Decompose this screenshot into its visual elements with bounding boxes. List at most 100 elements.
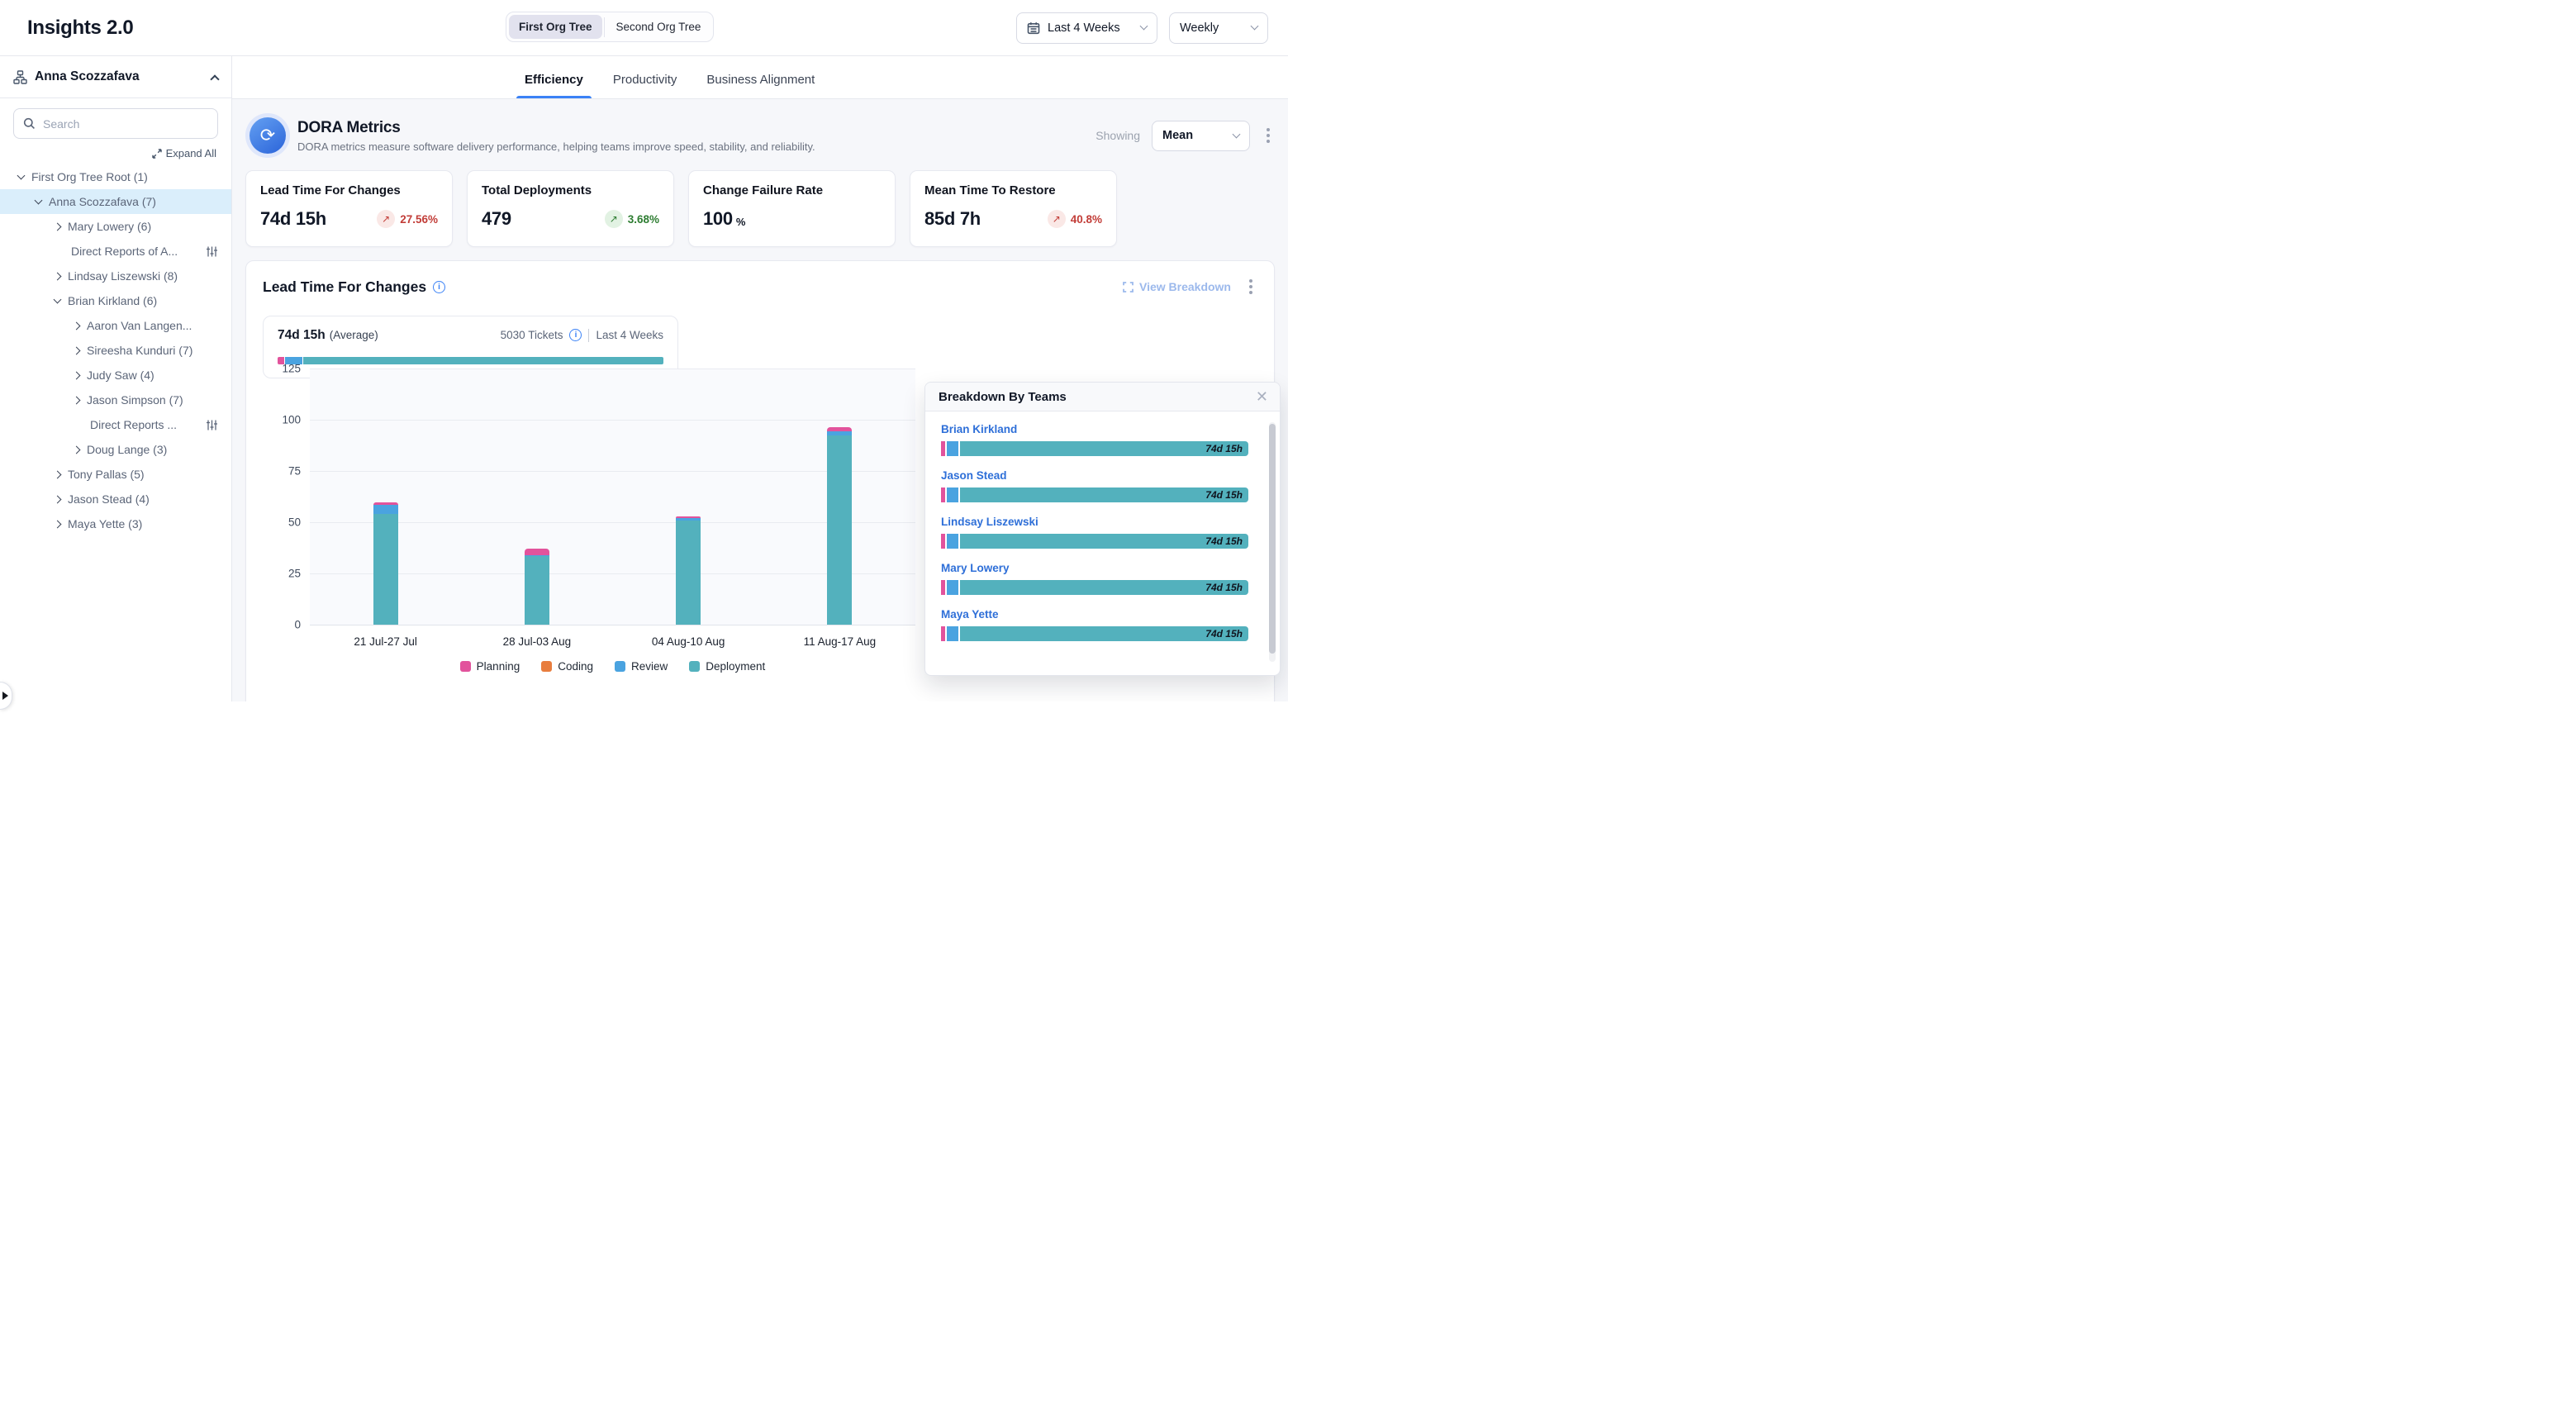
metric-card-title: Mean Time To Restore	[924, 183, 1102, 197]
granularity-value: Weekly	[1180, 21, 1219, 35]
metric-card-title: Change Failure Rate	[703, 183, 881, 197]
chart-bar-4[interactable]	[827, 427, 852, 625]
dashboard-content: ⟳ DORA Metrics DORA metrics measure soft…	[232, 99, 1288, 702]
sidebar-header[interactable]: Anna Scozzafava	[0, 56, 231, 98]
tree-node-tony-pallas[interactable]: Tony Pallas (5)	[0, 462, 231, 487]
aggregation-select[interactable]: Mean	[1152, 121, 1250, 151]
bar-segment-deployment: 74d 15h	[960, 580, 1248, 595]
tree-node-judy-saw[interactable]: Judy Saw (4)	[0, 363, 231, 388]
chart-bar-1[interactable]	[373, 502, 398, 625]
tree-node-label: Direct Reports ...	[90, 418, 177, 431]
org-tree-option-second[interactable]: Second Org Tree	[606, 15, 711, 39]
gridline-25	[310, 573, 915, 574]
chevron-right-icon[interactable]	[54, 520, 62, 528]
tree-node-mary-lowery[interactable]: Mary Lowery (6)	[0, 214, 231, 239]
metric-card-unit: %	[736, 216, 746, 228]
tree-node-aaron-van-langen[interactable]: Aaron Van Langen...	[0, 313, 231, 338]
chevron-right-icon[interactable]	[54, 272, 62, 280]
tab-productivity[interactable]: Productivity	[613, 73, 677, 98]
y-axis-label: 125	[263, 363, 301, 375]
team-link[interactable]: Brian Kirkland	[941, 423, 1248, 435]
bar-segment-review	[947, 626, 958, 641]
chevron-right-icon[interactable]	[73, 346, 81, 354]
granularity-select[interactable]: Weekly	[1169, 12, 1268, 44]
chevron-down-icon[interactable]	[54, 296, 62, 304]
legend-label: Deployment	[706, 660, 765, 673]
tree-node-jason-stead[interactable]: Jason Stead (4)	[0, 487, 231, 511]
tree-node-label: Maya Yette (3)	[68, 517, 142, 530]
scrollbar-thumb[interactable]	[1269, 424, 1276, 654]
tree-node-label: Direct Reports of A...	[71, 245, 178, 258]
team-link[interactable]: Lindsay Liszewski	[941, 516, 1248, 528]
bar-segment-review	[947, 441, 958, 456]
org-chart-icon	[13, 70, 27, 84]
bar-segment-review	[373, 505, 398, 514]
metric-card-lead-time-for-changes: Lead Time For Changes74d 15h↗27.56%	[245, 170, 453, 247]
tree-node-label: Doug Lange (3)	[87, 443, 167, 456]
panel-menu-button[interactable]	[1244, 276, 1257, 297]
aggregation-value: Mean	[1162, 129, 1193, 142]
trend-up-icon: ↗	[605, 210, 623, 228]
info-icon[interactable]: i	[569, 329, 582, 341]
chevron-right-icon[interactable]	[73, 396, 81, 404]
chart-bar-2[interactable]	[525, 549, 549, 625]
chart-bar-3[interactable]	[676, 516, 701, 625]
tree-node-sireesha-kunduri[interactable]: Sireesha Kunduri (7)	[0, 338, 231, 363]
sidebar-search[interactable]	[13, 108, 218, 139]
breakdown-row: Jason Stead 74d 15h	[941, 469, 1248, 502]
info-icon[interactable]: i	[433, 281, 445, 293]
view-breakdown-button[interactable]: View Breakdown	[1123, 280, 1231, 293]
chevron-right-icon[interactable]	[73, 445, 81, 454]
tree-node-anna-scozzafava[interactable]: Anna Scozzafava (7)	[0, 189, 231, 214]
chevron-right-icon[interactable]	[54, 495, 62, 503]
chevron-down-icon[interactable]	[35, 197, 43, 205]
lead-time-chart: 025507510012521 Jul-27 Jul28 Jul-03 Aug0…	[263, 369, 915, 666]
breakdown-scrollbar[interactable]	[1269, 422, 1276, 662]
trend-badge: ↗3.68%	[605, 210, 659, 228]
search-input[interactable]	[43, 117, 208, 131]
legend-label: Planning	[477, 660, 520, 673]
dora-menu-button[interactable]	[1262, 125, 1275, 146]
showing-label: Showing	[1096, 129, 1140, 142]
team-link[interactable]: Maya Yette	[941, 608, 1248, 621]
close-icon[interactable]: ✕	[1256, 389, 1268, 404]
sidebar-collapse-handle[interactable]	[0, 682, 12, 710]
legend-item-coding: Coding	[541, 660, 593, 673]
chevron-right-icon[interactable]	[54, 470, 62, 478]
date-range-select[interactable]: Last 4 Weeks	[1016, 12, 1157, 44]
chevron-right-icon[interactable]	[73, 321, 81, 330]
tree-node-direct-reports[interactable]: Direct Reports ...	[0, 412, 231, 437]
team-bar: 74d 15h	[941, 487, 1248, 502]
tree-node-first-org-tree-root[interactable]: First Org Tree Root (1)	[0, 164, 231, 189]
y-axis-label: 0	[263, 619, 301, 631]
tree-node-doug-lange[interactable]: Doug Lange (3)	[0, 437, 231, 462]
chevron-up-icon[interactable]	[210, 74, 219, 83]
tree-node-label: Anna Scozzafava (7)	[49, 195, 156, 208]
chevron-down-icon[interactable]	[17, 172, 26, 180]
tab-efficiency[interactable]: Efficiency	[525, 73, 583, 98]
legend-swatch	[541, 661, 552, 672]
summary-range: Last 4 Weeks	[596, 329, 663, 341]
x-axis-label: 11 Aug-17 Aug	[804, 635, 877, 648]
tree-node-maya-yette[interactable]: Maya Yette (3)	[0, 511, 231, 536]
tree-node-jason-simpson[interactable]: Jason Simpson (7)	[0, 388, 231, 412]
tree-node-lindsay-liszewski[interactable]: Lindsay Liszewski (8)	[0, 264, 231, 288]
gridline-50	[310, 522, 915, 523]
bar-segment-planning	[941, 580, 945, 595]
team-link[interactable]: Mary Lowery	[941, 562, 1248, 574]
collapse-arrow-icon	[2, 692, 8, 700]
filter-sliders-icon[interactable]	[206, 245, 218, 258]
filter-sliders-icon[interactable]	[206, 419, 218, 431]
team-link[interactable]: Jason Stead	[941, 469, 1248, 482]
summary-tickets: 5030 Tickets	[501, 329, 563, 341]
expand-all-button[interactable]: Expand All	[152, 147, 216, 159]
tree-node-brian-kirkland[interactable]: Brian Kirkland (6)	[0, 288, 231, 313]
chevron-right-icon[interactable]	[73, 371, 81, 379]
tree-node-direct-reports-of-a[interactable]: Direct Reports of A...	[0, 239, 231, 264]
summary-progress-bar	[278, 357, 663, 364]
tab-business-alignment[interactable]: Business Alignment	[706, 73, 815, 98]
chevron-right-icon[interactable]	[54, 222, 62, 231]
bar-segment-planning	[941, 626, 945, 641]
org-tree-toggle: First Org Tree Second Org Tree	[506, 12, 714, 42]
org-tree-option-first[interactable]: First Org Tree	[509, 15, 602, 39]
